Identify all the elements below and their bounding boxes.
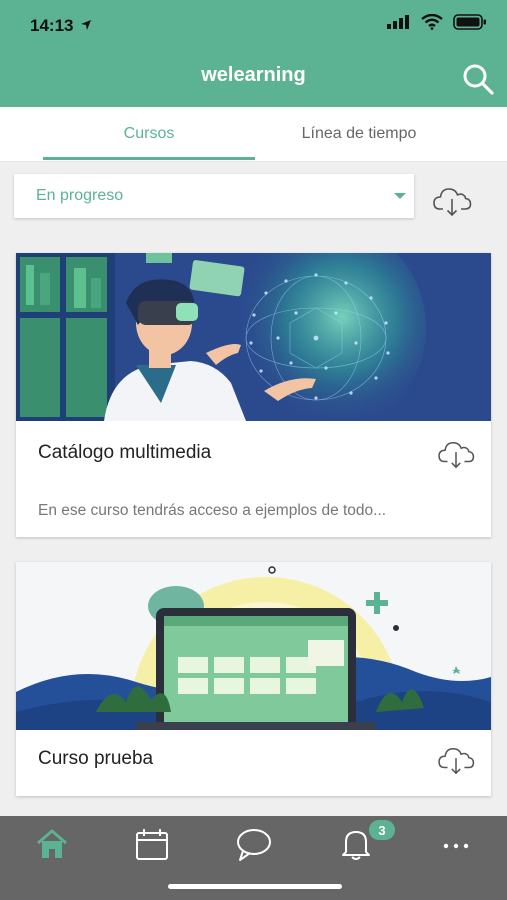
active-tab-indicator [43,157,255,160]
filter-selected-value: En progreso [36,187,124,204]
status-indicators [387,14,487,30]
tab-cursos[interactable]: Cursos [43,107,255,161]
course-description: En ese curso tendrás acceso a ejemplos d… [38,502,387,519]
signal-icon [387,15,409,29]
status-time-text: 14:13 [30,16,74,35]
navigation-arrow-icon [81,20,92,30]
battery-icon [453,14,486,30]
dropdown-caret-icon [394,193,406,199]
course-card[interactable]: Catálogo multimedia En ese curso tendrás… [16,253,491,537]
wifi-icon [421,14,443,30]
calendar-icon[interactable] [132,826,172,862]
cloud-download-icon[interactable] [437,438,475,470]
search-icon[interactable] [461,62,495,96]
course-card[interactable]: Curso prueba [16,562,491,796]
status-filter-select[interactable]: En progreso [14,174,414,218]
cloud-download-icon[interactable] [432,184,472,218]
home-indicator [168,884,342,889]
notification-badge: 3 [369,820,395,840]
course-image-laptop [16,562,491,730]
course-image-vr [16,253,491,421]
cloud-download-icon[interactable] [437,744,475,776]
home-icon[interactable] [32,826,72,862]
status-time: 14:13 [30,16,92,36]
tab-bar: Cursos Línea de tiempo [0,107,507,162]
course-title: Curso prueba [38,748,154,769]
tab-linea-de-tiempo[interactable]: Línea de tiempo [253,107,465,161]
top-bar: 14:13 welearning [0,0,507,107]
app-title: welearning [201,64,306,86]
chat-icon[interactable] [234,826,274,862]
more-icon[interactable] [436,826,476,862]
course-title: Catálogo multimedia [38,442,212,463]
